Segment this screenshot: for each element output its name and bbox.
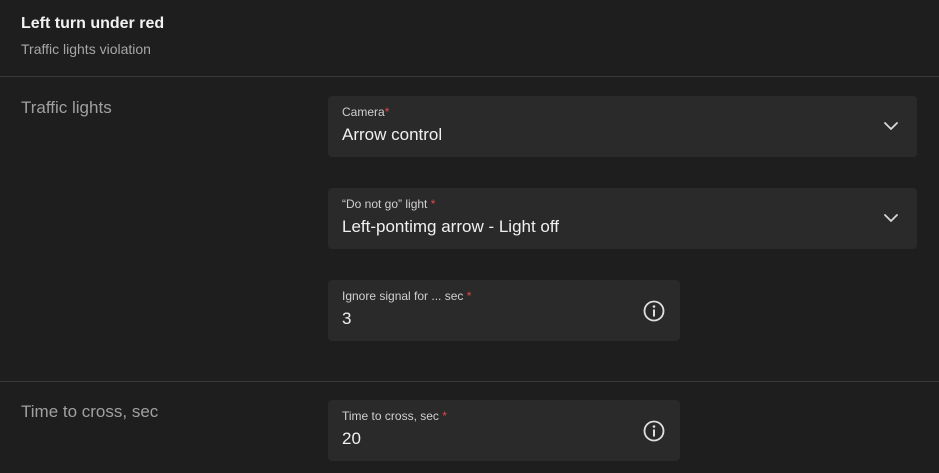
info-icon[interactable]: [642, 419, 666, 443]
do-not-go-light-label-text: “Do not go” light: [342, 197, 431, 211]
do-not-go-light-select[interactable]: “Do not go” light * Left-pontimg arrow -…: [328, 188, 917, 249]
ignore-signal-value[interactable]: 3: [342, 309, 351, 329]
chevron-down-icon[interactable]: [883, 118, 899, 134]
info-icon[interactable]: [642, 299, 666, 323]
time-to-cross-input[interactable]: Time to cross, sec * 20: [328, 400, 680, 461]
section-label-traffic-lights: Traffic lights: [21, 98, 112, 117]
ignore-signal-input[interactable]: Ignore signal for ... sec * 3: [328, 280, 680, 341]
required-mark: *: [384, 105, 390, 119]
camera-value: Arrow control: [342, 125, 443, 144]
section-divider: [0, 381, 939, 382]
chevron-down-icon[interactable]: [883, 210, 899, 226]
camera-select[interactable]: Camera* Arrow control: [328, 96, 917, 157]
page-title: Left turn under red: [21, 15, 165, 32]
required-mark: *: [466, 289, 472, 303]
time-to-cross-label: Time to cross, sec *: [342, 409, 447, 423]
required-mark: *: [430, 197, 436, 211]
section-label-time-to-cross: Time to cross, sec: [21, 402, 159, 421]
camera-label-text: Camera: [342, 105, 385, 119]
required-mark: *: [442, 409, 447, 423]
page-header: Left turn under red Traffic lights viola…: [0, 0, 939, 77]
ignore-signal-label-text: Ignore signal for ... sec: [342, 289, 467, 303]
camera-label: Camera*: [342, 105, 389, 119]
ignore-signal-label: Ignore signal for ... sec *: [342, 289, 471, 303]
do-not-go-light-label: “Do not go” light *: [342, 197, 435, 211]
time-to-cross-label-text: Time to cross, sec: [342, 409, 443, 423]
time-to-cross-value[interactable]: 20: [342, 429, 361, 449]
page-subtitle: Traffic lights violation: [21, 41, 151, 57]
do-not-go-light-value: Left-pontimg arrow - Light off: [342, 217, 560, 236]
